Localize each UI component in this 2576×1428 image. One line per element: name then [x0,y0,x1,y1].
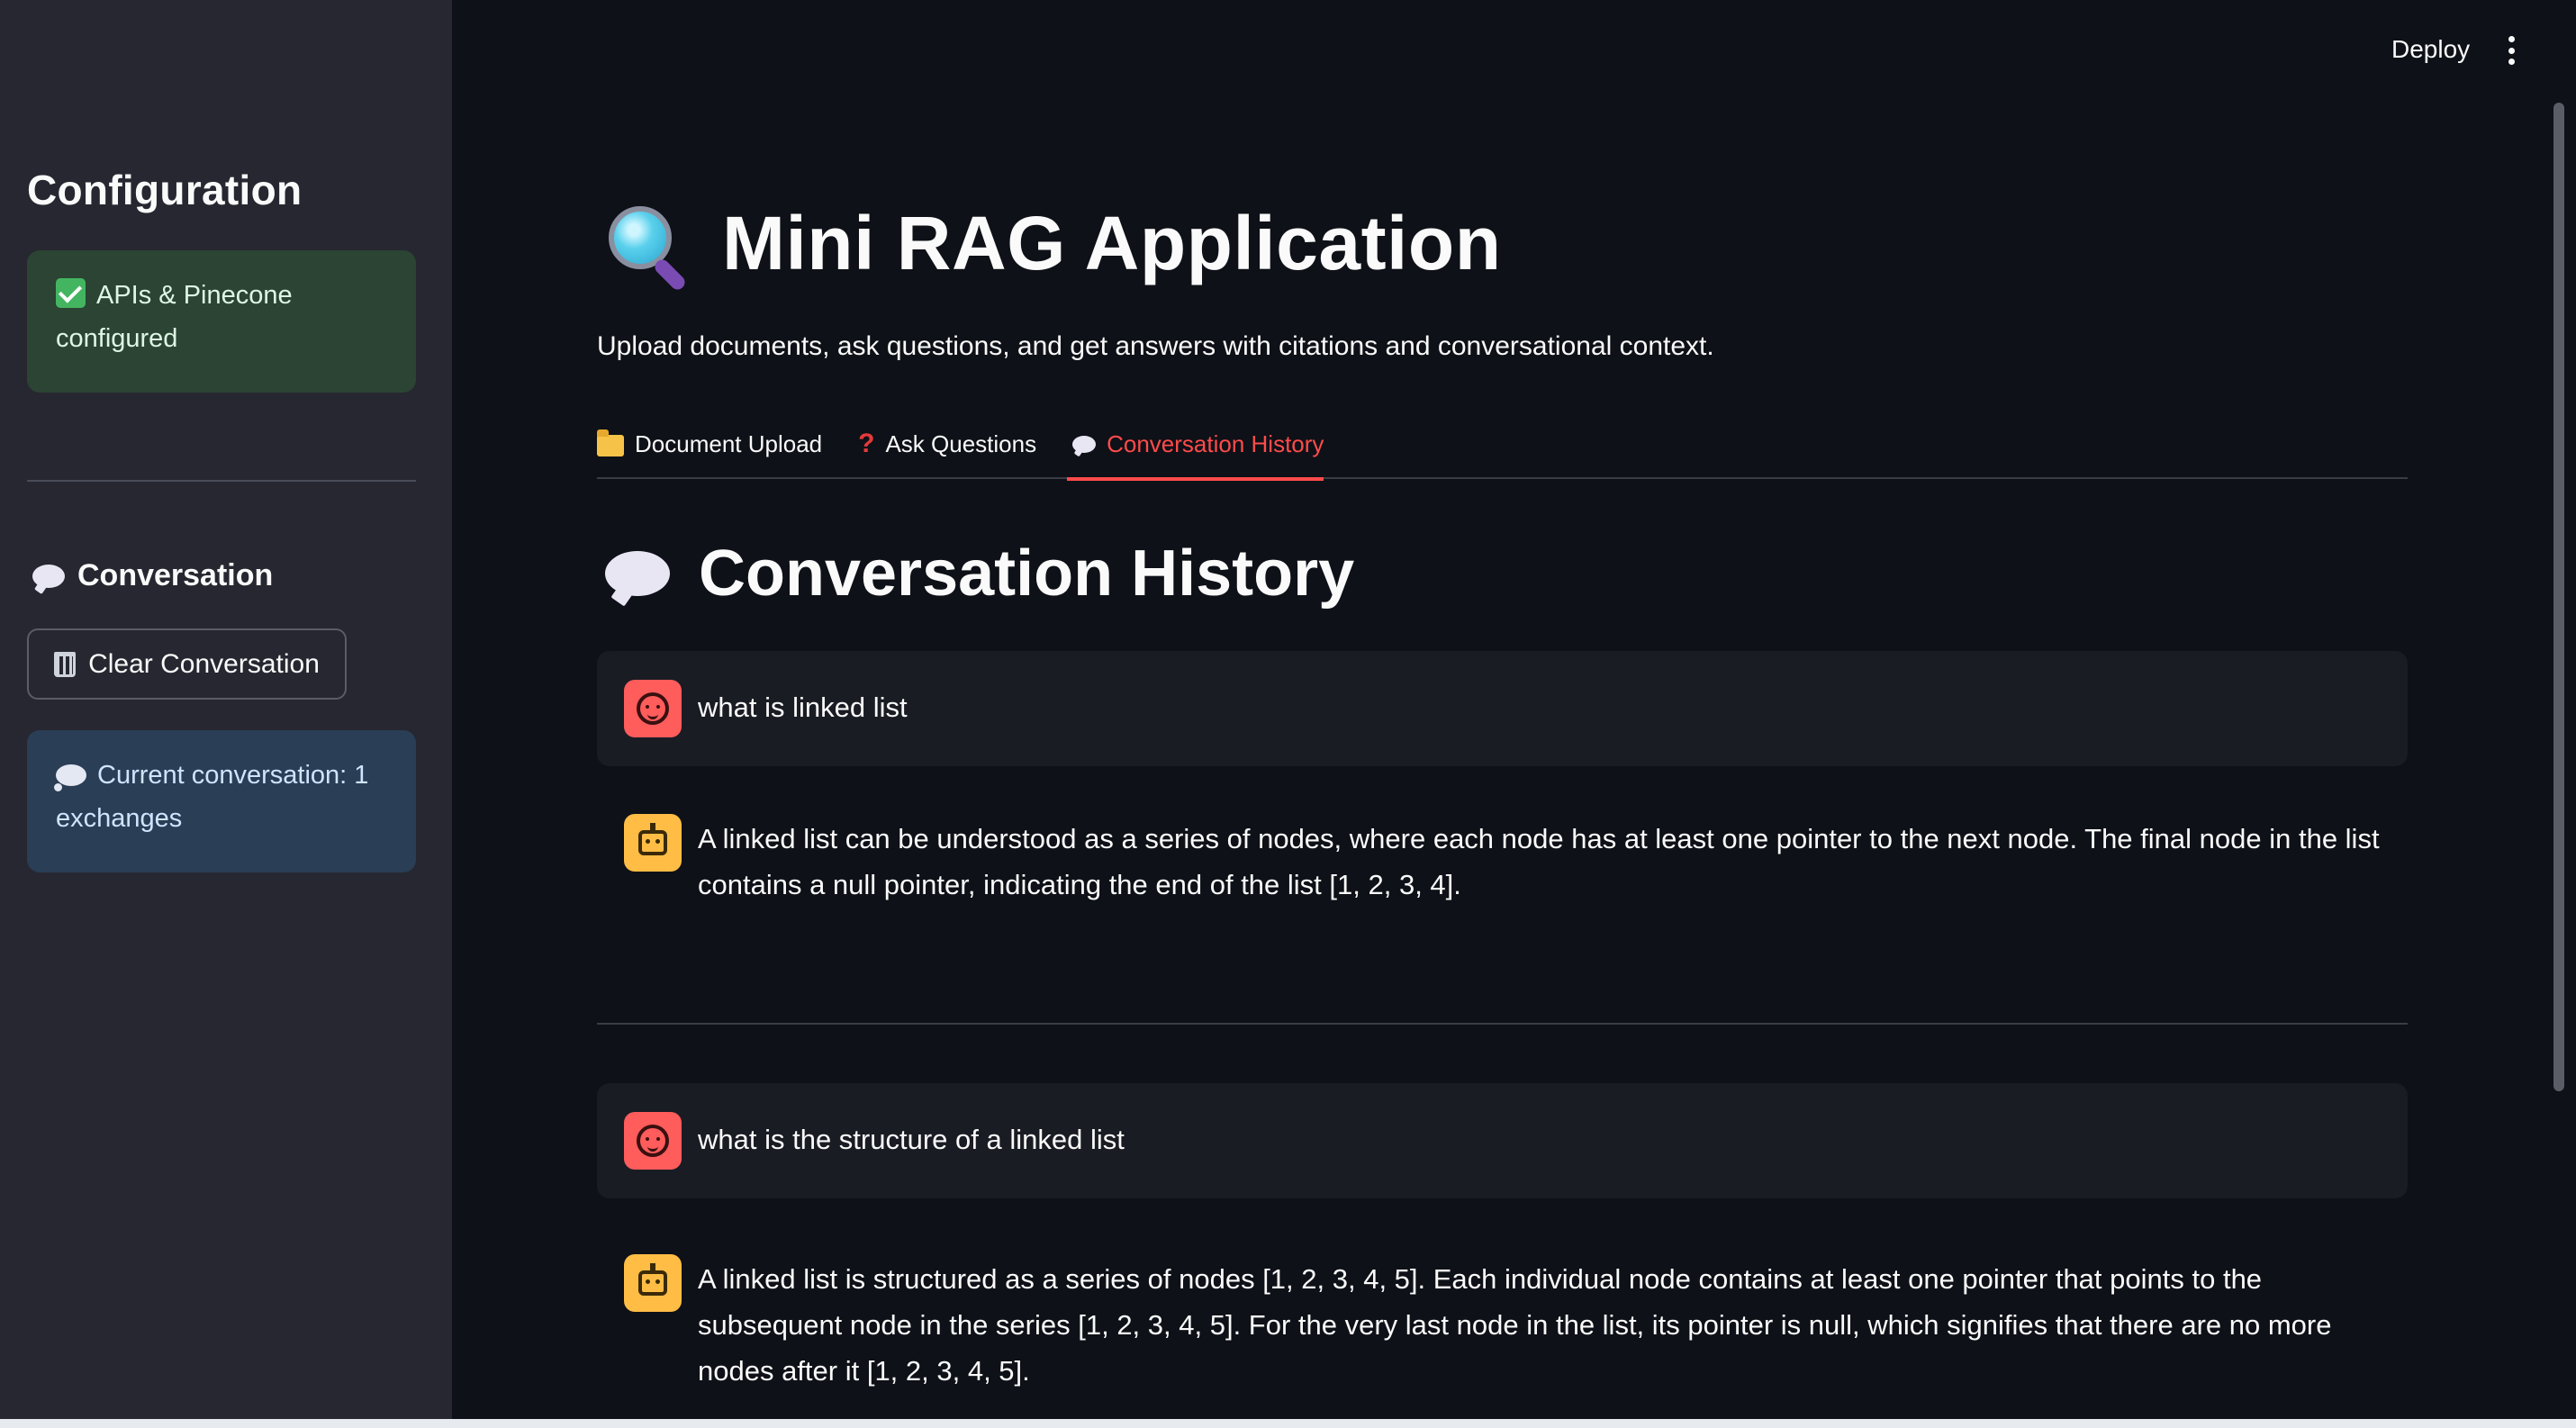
tab-ask-questions[interactable]: ? Ask Questions [858,414,1036,479]
conversation-info-alert: Current conversation: 1 exchanges [27,730,416,872]
sidebar-divider [27,480,416,482]
conversation-info-text: Current conversation: 1 exchanges [56,761,369,833]
window-bottom-edge [0,1419,2576,1428]
config-status-text: APIs & Pinecone configured [56,281,293,353]
message-text: what is linked list [698,691,908,723]
user-avatar [624,1112,682,1170]
face-icon [637,692,669,725]
message-divider [597,1023,2408,1025]
clear-conversation-button[interactable]: Clear Conversation [27,628,347,700]
tab-label: Conversation History [1107,429,1324,457]
tab-label: Document Upload [635,429,823,457]
folder-icon [597,429,624,456]
robot-icon [638,1263,667,1296]
check-mark-icon [56,278,86,308]
robot-icon [638,823,667,855]
app-window: Configuration APIs & Pinecone configured… [0,0,2576,1428]
sidebar: Configuration APIs & Pinecone configured… [0,0,452,1419]
clear-conversation-label: Clear Conversation [88,648,320,679]
config-status-alert: APIs & Pinecone configured [27,250,416,393]
conversation-subheader-label: Conversation [77,558,274,592]
page-title: Mini RAG Application [605,200,1502,293]
speech-balloon-icon [605,551,670,596]
speech-balloon-icon [32,564,65,588]
face-icon [637,1125,669,1157]
chat-message-user: what is the structure of a linked list [597,1083,2408,1198]
message-text: A linked list can be understood as a ser… [698,823,2380,900]
assistant-avatar [624,814,682,872]
magnifying-glass-icon [605,201,691,293]
assistant-avatar [624,1254,682,1312]
vertical-scrollbar[interactable] [2553,103,2564,1091]
tab-bar: Document Upload ? Ask Questions Conversa… [597,414,2408,481]
question-mark-icon: ? [858,429,875,458]
message-text: what is the structure of a linked list [698,1124,1125,1155]
sidebar-title: Configuration [27,167,303,213]
wastebasket-icon [54,651,77,677]
section-heading-text: Conversation History [699,538,1355,610]
message-text: A linked list is structured as a series … [698,1263,2332,1387]
tab-document-upload[interactable]: Document Upload [597,414,822,479]
main-menu-icon[interactable] [2498,32,2525,68]
thought-balloon-icon [54,764,86,791]
tab-conversation-history[interactable]: Conversation History [1067,414,1324,481]
tab-label: Ask Questions [885,429,1037,457]
user-avatar [624,680,682,737]
section-heading: Conversation History [605,537,1354,610]
page-subtitle: Upload documents, ask questions, and get… [597,331,1714,361]
chat-message-user: what is linked list [597,651,2408,766]
speech-balloon-icon [1072,435,1097,453]
deploy-button[interactable]: Deploy [2377,31,2484,68]
page-title-text: Mini RAG Application [722,201,1502,285]
chat-message-assistant: A linked list can be understood as a ser… [597,789,2408,951]
chat-message-assistant: A linked list is structured as a series … [597,1229,2408,1409]
conversation-subheader: Conversation [32,558,273,593]
